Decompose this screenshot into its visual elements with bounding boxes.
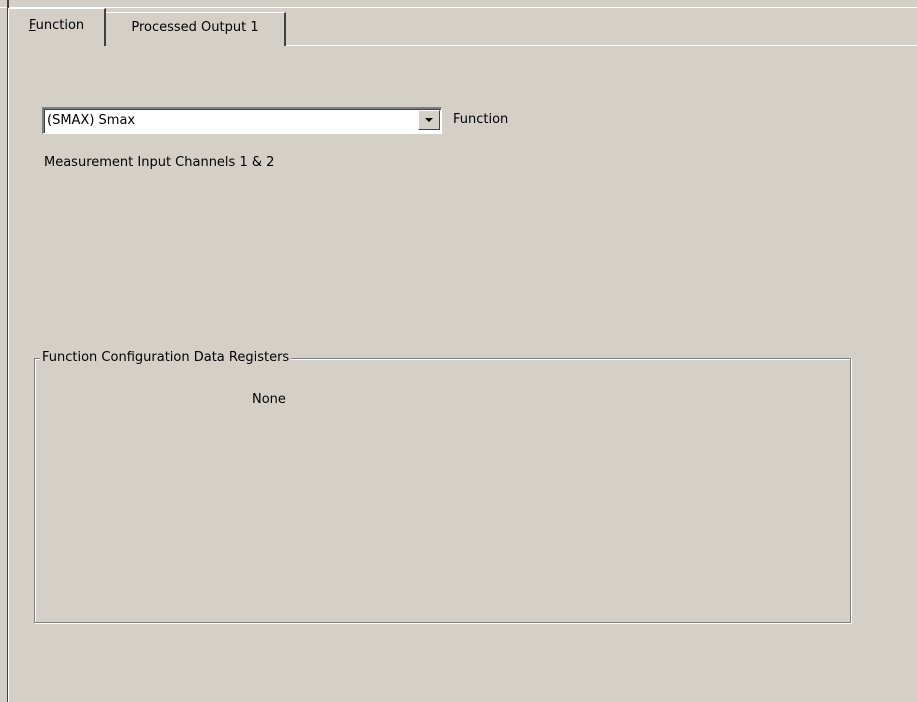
- tab-strip: Function Processed Output 1: [8, 0, 917, 46]
- measurement-channels-text: Measurement Input Channels 1 & 2: [44, 155, 275, 170]
- tab-function-label: unction: [35, 18, 85, 33]
- tab-function-accel: F: [28, 18, 36, 33]
- group-title: Function Configuration Data Registers: [40, 350, 292, 365]
- function-dialog: Function Processed Output 1 (SMAX) Smax …: [0, 0, 917, 702]
- tab-processed-output-label: Processed Output 1: [131, 20, 259, 35]
- chevron-down-icon: [425, 118, 433, 122]
- tab-processed-output-1[interactable]: Processed Output 1: [106, 12, 286, 46]
- function-label: Function: [453, 112, 509, 127]
- tab-function[interactable]: Function: [8, 8, 106, 46]
- function-select-dropdown-button[interactable]: [418, 110, 440, 130]
- function-select-value: (SMAX) Smax: [47, 113, 136, 128]
- function-select[interactable]: (SMAX) Smax: [42, 107, 442, 134]
- config-data-registers-group: Function Configuration Data Registers No…: [34, 350, 851, 623]
- group-content-none: None: [252, 392, 286, 407]
